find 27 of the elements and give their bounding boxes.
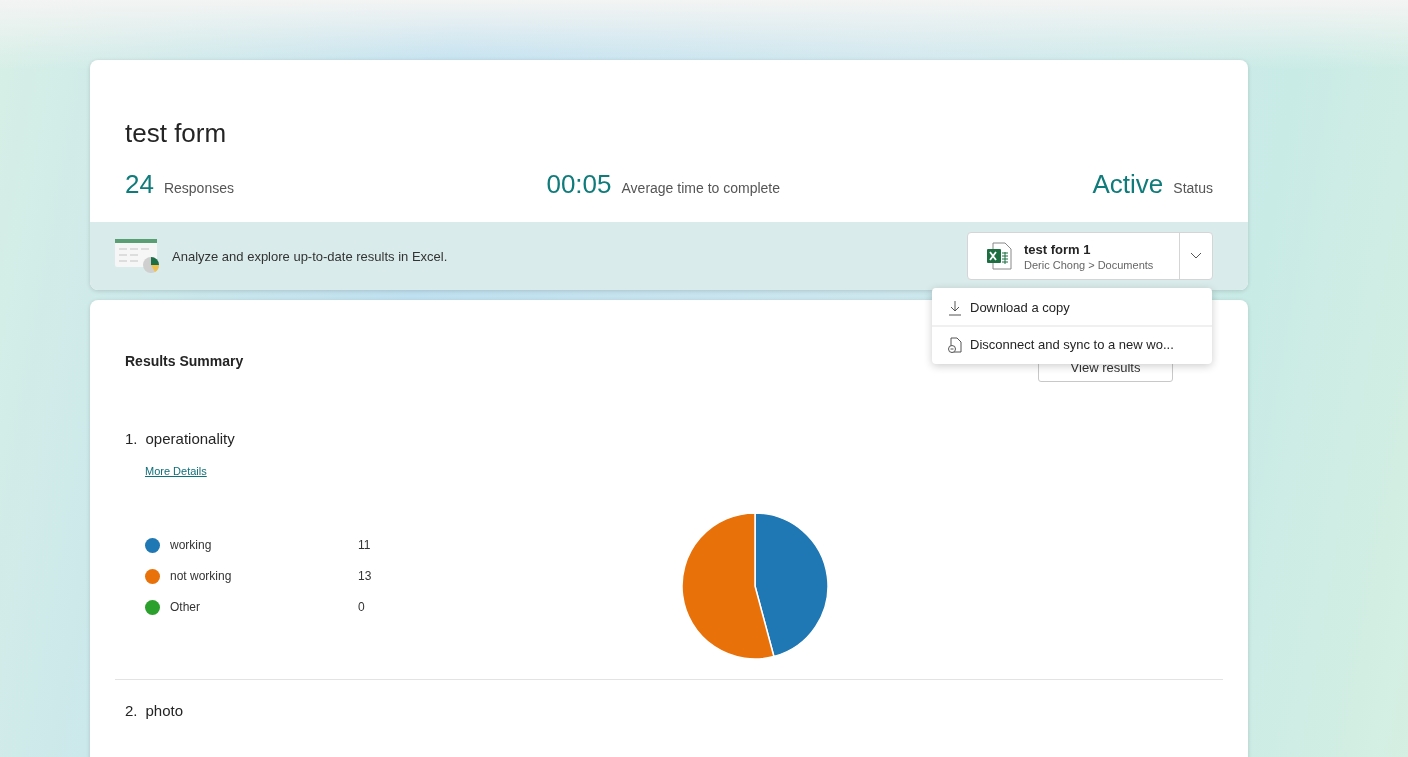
legend-count: 11 (358, 538, 371, 552)
stat-label: Status (1173, 180, 1213, 196)
stat-value: 00:05 (546, 169, 612, 200)
workbook-name: test form 1 (1024, 241, 1092, 257)
section-title: Results Summary (125, 353, 244, 369)
stat-label: Responses (163, 180, 234, 196)
form-title: test form (125, 118, 228, 149)
legend-count: 13 (358, 569, 372, 583)
stat-value: Active (1092, 169, 1164, 200)
excel-message: Analyze and explore up-to-date results in Excel. (172, 248, 449, 264)
more-details-link[interactable]: More Details (145, 465, 207, 477)
chevron-down-icon (1190, 252, 1202, 260)
question-title: 1. operationality (125, 430, 236, 447)
menu-item[interactable]: Download a copy (932, 290, 1212, 325)
workbook-path: Deric Chong > Documents (1024, 258, 1154, 271)
legend-label: not working (170, 569, 233, 583)
stat-label: Average time to complete (621, 180, 780, 196)
legend-label: Other (170, 600, 201, 614)
download-icon (948, 299, 962, 316)
question-title: 2. photo (125, 702, 185, 719)
stat-value: 24 (125, 169, 154, 200)
spreadsheet-icon (986, 242, 1012, 270)
document-sync-icon (948, 336, 962, 353)
workbook-button[interactable]: test form 1 Deric Chong > Documents (968, 233, 1180, 279)
legend-label: working (170, 538, 213, 552)
legend-count: 0 (358, 600, 365, 614)
spreadsheet-chart-icon (114, 238, 160, 274)
